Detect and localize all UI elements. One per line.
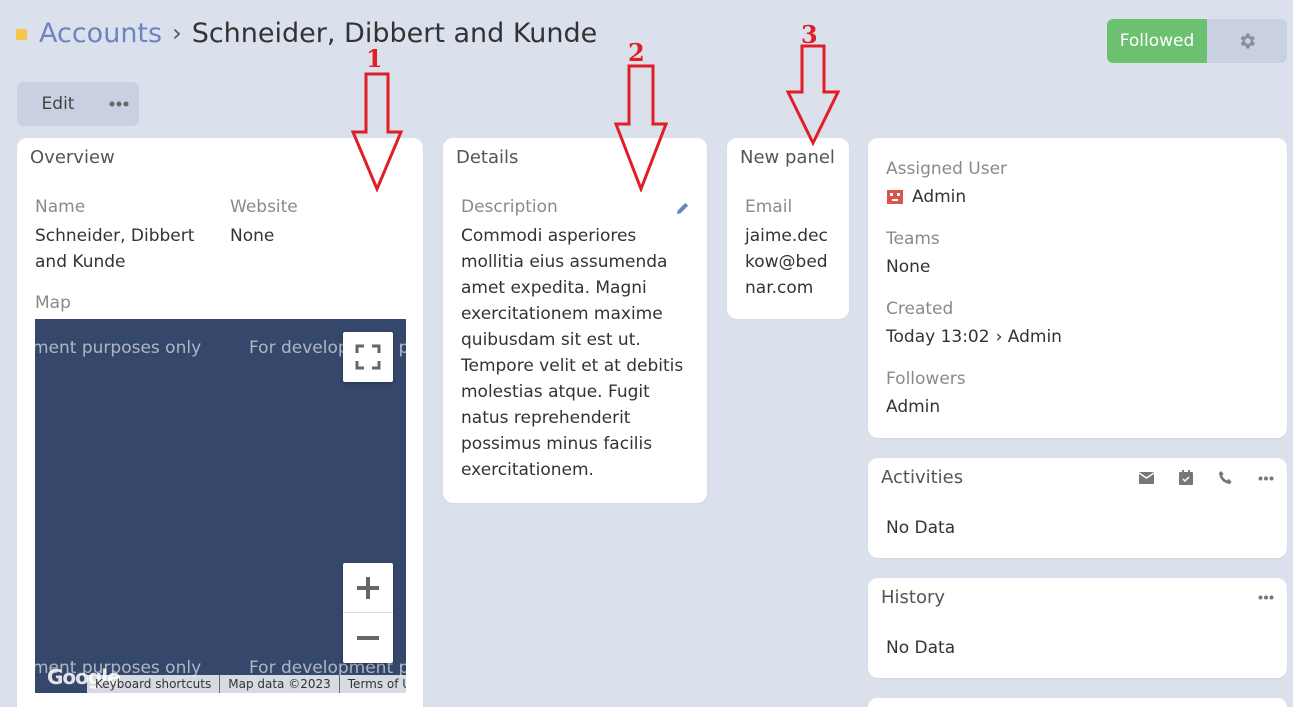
more-actions-button[interactable] — [99, 82, 139, 126]
map-footer: Keyboard shortcuts Map data ©2023 Terms … — [87, 675, 406, 693]
next-panel-edge — [868, 698, 1287, 707]
activities-more-button[interactable] — [1256, 468, 1276, 488]
history-more-button[interactable] — [1256, 587, 1276, 607]
website-label: Website — [230, 197, 298, 217]
settings-button[interactable] — [1207, 19, 1287, 63]
description-line: amet expedita. Magni — [461, 278, 647, 298]
ellipsis-icon — [1258, 476, 1274, 480]
teams-value: None — [886, 257, 931, 277]
annotation-number-2: 2 — [628, 38, 645, 67]
map-view[interactable]: ment purposes only For development p men… — [35, 319, 406, 693]
gear-icon — [1240, 33, 1255, 49]
breadcrumb-accounts-link[interactable]: Accounts — [39, 18, 162, 49]
edit-button-group: Edit — [17, 82, 139, 126]
name-label: Name — [35, 197, 86, 217]
description-line: Commodi asperiores — [461, 226, 637, 246]
edit-button[interactable]: Edit — [17, 82, 99, 126]
scope-color-square — [16, 28, 27, 40]
description-line: natus reprehenderit — [461, 408, 631, 428]
envelope-icon — [1138, 472, 1154, 484]
details-panel-title: Details — [456, 147, 519, 168]
created-label: Created — [886, 299, 954, 319]
fullscreen-icon — [355, 344, 381, 370]
ellipsis-icon — [1258, 595, 1274, 599]
pencil-icon — [676, 202, 688, 214]
schedule-meeting-button[interactable] — [1176, 467, 1196, 487]
description-line: exercitationem. — [461, 460, 594, 480]
avatar — [887, 190, 903, 204]
new-panel: New panel Email jaime.dec kow@bed nar.co… — [727, 138, 849, 319]
plus-icon — [357, 576, 379, 599]
fullscreen-button[interactable] — [343, 332, 393, 382]
description-line: possimus minus facilis — [461, 434, 653, 454]
history-empty-text: No Data — [886, 638, 956, 658]
activities-panel-title: Activities — [881, 467, 964, 488]
activities-empty-text: No Data — [886, 518, 956, 538]
map-watermark: ment purposes only — [35, 338, 202, 358]
email-label: Email — [745, 197, 793, 217]
activities-panel: Activities No Data — [868, 458, 1287, 558]
description-line: quibusdam sit est ut. — [461, 330, 641, 350]
compose-email-button[interactable] — [1136, 468, 1156, 488]
calendar-icon — [1179, 469, 1193, 485]
keyboard-shortcuts-link[interactable]: Keyboard shortcuts — [87, 675, 221, 693]
page-title: Schneider, Dibbert and Kunde — [191, 17, 598, 49]
ellipsis-icon — [109, 101, 129, 107]
description-line: molestias atque. Fugit — [461, 382, 650, 402]
annotation-arrow-1 — [350, 72, 404, 192]
phone-icon — [1218, 470, 1232, 484]
created-timestamp: Today 13:02 — [886, 327, 990, 347]
map-label: Map — [35, 293, 71, 313]
email-link[interactable]: jaime.dec kow@bed nar.com — [745, 223, 828, 301]
new-panel-title: New panel — [740, 147, 835, 168]
description-line: mollitia eius assumenda — [461, 252, 668, 272]
zoom-out-button[interactable] — [343, 613, 393, 663]
zoom-controls — [343, 563, 393, 663]
annotation-arrow-3 — [785, 44, 841, 146]
description-label: Description — [461, 197, 558, 217]
history-panel: History No Data — [868, 578, 1287, 678]
zoom-in-button[interactable] — [343, 563, 393, 613]
breadcrumb-separator: › — [172, 19, 182, 47]
email-line: nar.com — [745, 278, 814, 298]
created-value: Today 13:02 › Admin — [886, 324, 1062, 350]
annotation-number-1: 1 — [366, 44, 383, 73]
annotation-arrow-2 — [613, 64, 669, 192]
email-line: jaime.dec — [745, 226, 828, 246]
name-value: Schneider, Dibbert and Kunde — [35, 226, 195, 272]
details-panel: Details Description Commodi asperiores m… — [443, 138, 707, 503]
followers-label: Followers — [886, 369, 966, 389]
map-data-attribution: Map data ©2023 — [220, 675, 340, 693]
log-call-button[interactable] — [1215, 467, 1235, 487]
email-line: kow@bed — [745, 252, 828, 272]
history-panel-title: History — [881, 587, 946, 608]
description-value: Commodi asperiores mollitia eius assumen… — [461, 223, 701, 483]
description-line: Tempore velit et at debitis — [461, 356, 684, 376]
teams-label: Teams — [886, 229, 940, 249]
edit-description-button[interactable] — [673, 199, 691, 217]
assigned-user-link[interactable]: Admin — [912, 184, 966, 210]
followed-button[interactable]: Followed — [1107, 19, 1207, 63]
assigned-user-value: Admin — [886, 184, 966, 210]
breadcrumb: Accounts › Schneider, Dibbert and Kunde — [16, 14, 597, 52]
follower-link[interactable]: Admin — [886, 394, 940, 420]
minus-icon — [357, 636, 379, 640]
header-actions: Followed — [1107, 19, 1287, 63]
description-line: exercitationem maxime — [461, 304, 663, 324]
terms-of-use-link[interactable]: Terms of Use — [340, 675, 406, 693]
side-panel: Assigned User Admin Teams None Created T… — [868, 138, 1287, 438]
assigned-user-label: Assigned User — [886, 159, 1008, 179]
website-value: None — [230, 226, 275, 246]
created-by-link[interactable]: › Admin — [996, 324, 1062, 350]
overview-panel: Overview Name Schneider, Dibbert and Kun… — [17, 138, 423, 707]
overview-panel-title: Overview — [30, 147, 115, 168]
